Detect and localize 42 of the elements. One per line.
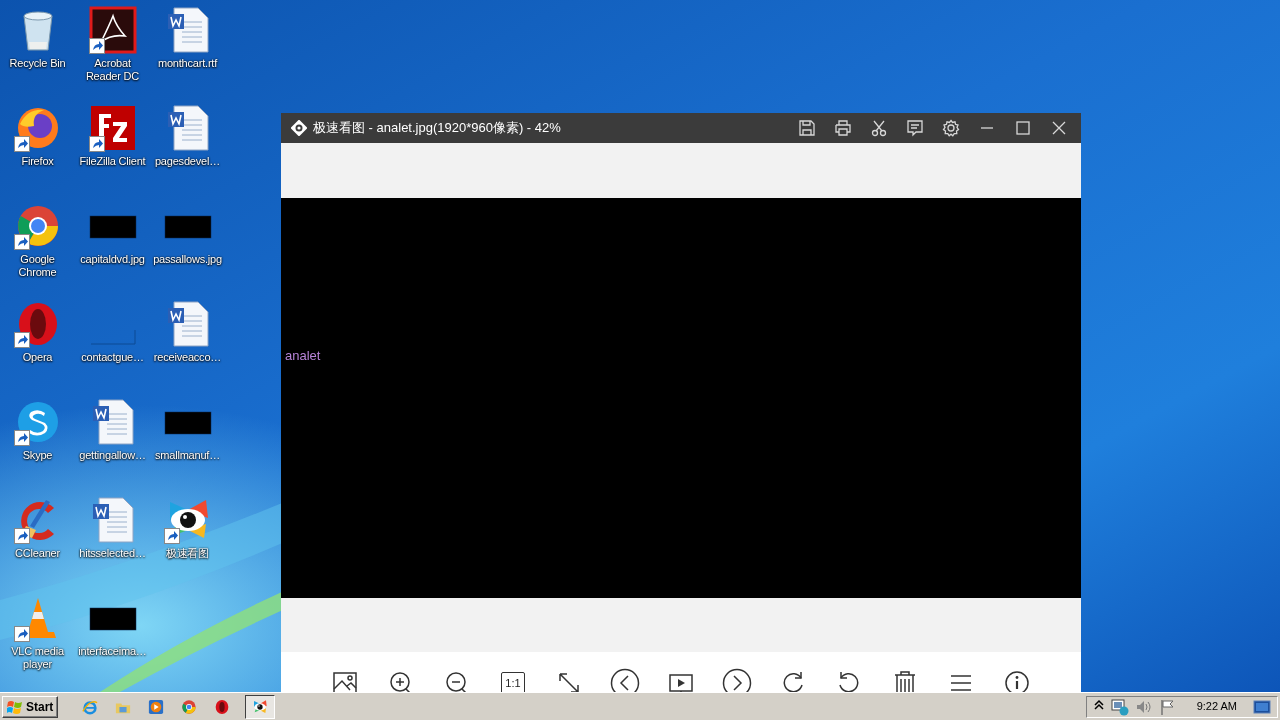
icon-label[interactable]: contactgue… (81, 351, 144, 364)
close-icon (1050, 119, 1068, 137)
icon-label[interactable]: Acrobat Reader DC (75, 57, 150, 83)
opera-icon (214, 697, 231, 716)
icon-label[interactable]: Skype (22, 449, 53, 462)
window-title: 极速看图 - analet.jpg(1920*960像素) - 42% (313, 119, 561, 138)
print-icon (834, 119, 852, 137)
previous-icon (610, 668, 640, 692)
acrobat-icon[interactable] (88, 6, 137, 54)
image-text: analet (285, 347, 321, 366)
info-button[interactable] (1002, 668, 1032, 692)
icon-label[interactable]: pagesdevel… (154, 155, 221, 168)
icon-label[interactable]: monthcart.rtf (157, 57, 218, 70)
previous-button[interactable] (610, 668, 640, 692)
save-icon (798, 119, 816, 137)
icon-label[interactable]: capitaldvd.jpg (80, 253, 145, 266)
windows-logo-icon (7, 699, 23, 714)
next-icon (722, 668, 752, 692)
info-icon (1002, 668, 1032, 692)
icon-label[interactable]: passallows.jpg (153, 253, 222, 266)
chrome-icon (181, 697, 198, 716)
icon-label[interactable]: gettingallow… (79, 449, 146, 462)
settings-icon (942, 119, 960, 137)
comment-icon (906, 119, 924, 137)
icon-label[interactable]: Google Chrome (0, 253, 75, 279)
icon-label[interactable]: Opera (22, 351, 53, 364)
network-icon[interactable] (1110, 697, 1129, 716)
scissors-icon (870, 119, 888, 137)
icon-label[interactable]: FileZilla Client (79, 155, 146, 168)
media-player-icon (148, 697, 165, 716)
icon-label[interactable]: receiveacco… (153, 351, 222, 364)
app-logo-icon (291, 120, 307, 136)
icon-label[interactable]: Firefox (21, 155, 54, 168)
start-button[interactable]: Start (2, 695, 59, 718)
clock-time[interactable]: 9:22 AM (1196, 698, 1237, 715)
show-desktop-icon[interactable] (1253, 698, 1271, 715)
eye-logo-taskbar-button[interactable] (245, 694, 276, 719)
maximize-icon (1014, 119, 1032, 137)
minimize-icon (981, 127, 993, 129)
next-button[interactable] (722, 668, 752, 692)
icon-label[interactable]: Recycle Bin (9, 57, 66, 70)
icon-label[interactable]: smallmanuf… (154, 449, 220, 462)
